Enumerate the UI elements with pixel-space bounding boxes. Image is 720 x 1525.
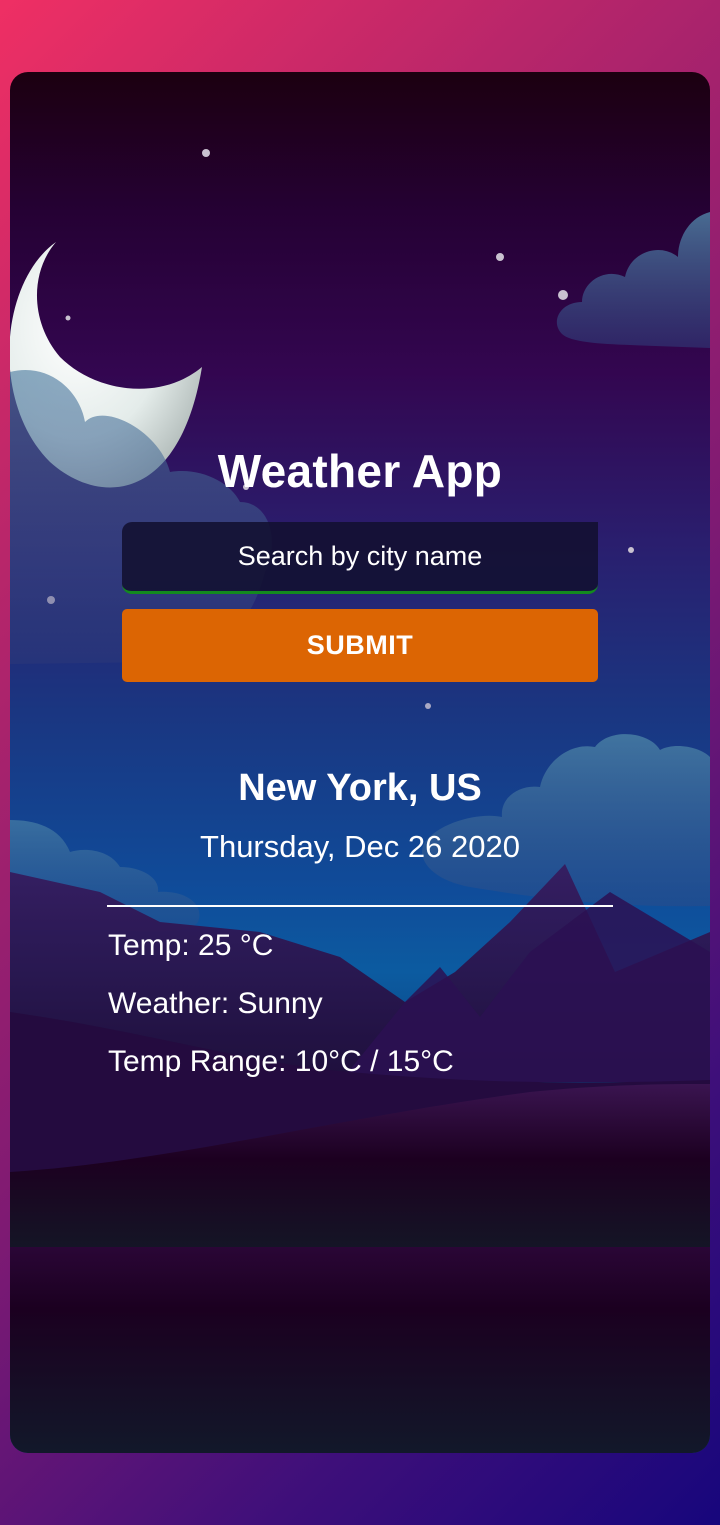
weather-condition-text: Weather: Sunny <box>108 987 323 1020</box>
temperature-text: Temp: 25 °C <box>108 929 274 962</box>
location-name: New York, US <box>238 767 482 809</box>
city-search-input[interactable] <box>122 522 598 594</box>
current-date: Thursday, Dec 26 2020 <box>200 829 520 864</box>
divider <box>107 905 613 907</box>
submit-button[interactable]: SUBMIT <box>122 609 598 682</box>
weather-app-content: Weather App SUBMIT New York, US Thursday… <box>10 72 710 1453</box>
app-title: Weather App <box>217 445 503 497</box>
temperature-range-text: Temp Range: 10°C / 15°C <box>108 1045 454 1078</box>
weather-card: Weather App SUBMIT New York, US Thursday… <box>10 72 710 1453</box>
